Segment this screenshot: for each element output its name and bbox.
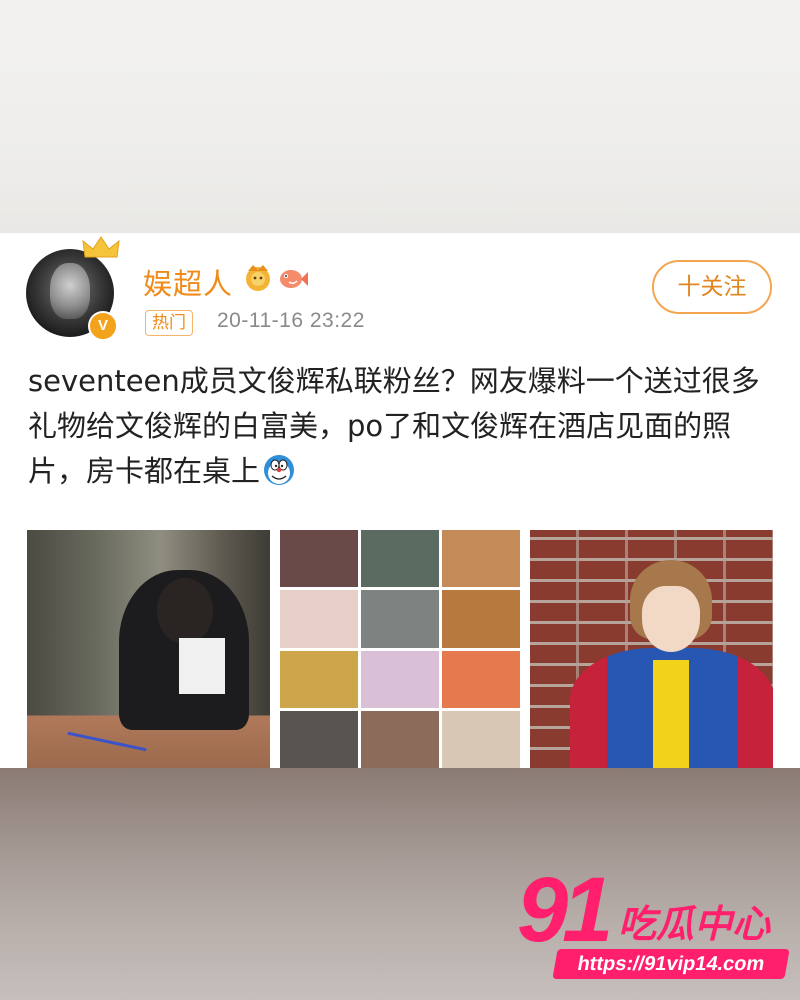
post-timestamp: 20-11-16 23:22 [217, 309, 365, 332]
photo-man-red-blue-jacket[interactable] [530, 530, 773, 768]
collage-cell [442, 590, 520, 648]
lion-badge-icon [246, 265, 270, 291]
collage-cell [442, 650, 520, 708]
photo-face [642, 586, 700, 652]
doraemon-emoji-icon [264, 455, 295, 485]
verified-badge-icon: V [88, 311, 118, 341]
collage-cell [280, 710, 358, 768]
collage-cell [361, 590, 439, 648]
crown-icon [82, 236, 120, 258]
fish-badge-icon [280, 270, 308, 288]
post-body: seventeen成员文俊辉私联粉丝？网友爆料一个送过很多礼物给文俊辉的白富美，… [28, 359, 768, 494]
blurred-top-background [0, 0, 800, 233]
collage-cell [280, 650, 358, 708]
follow-button[interactable]: 十关注 [652, 260, 772, 314]
photo-yellow-shirt [653, 660, 689, 768]
username[interactable]: 娱超人 [143, 261, 233, 303]
hot-badge: 热门 [145, 310, 193, 336]
collage-cell [442, 710, 520, 768]
avatar-face [50, 263, 90, 319]
watermark-url: https://91vip14.com [552, 949, 790, 979]
arrow-annotation [67, 731, 147, 752]
photo-woman-at-table[interactable] [27, 530, 270, 768]
collage-grid [280, 530, 520, 768]
watermark-site-name: 吃瓜中心 [618, 902, 771, 946]
collage-cell [280, 590, 358, 648]
collage-cell [361, 530, 439, 588]
weibo-post-card: V 娱超人 热门 20-11-16 23:22 十关注 seventeen成员文… [0, 233, 800, 768]
collage-cell [361, 710, 439, 768]
photo-figure-head [157, 578, 213, 644]
post-text: seventeen成员文俊辉私联粉丝？网友爆料一个送过很多礼物给文俊辉的白富美，… [28, 364, 760, 488]
photo-gifts-collage[interactable] [280, 530, 520, 768]
photo-shirt-print [179, 638, 225, 694]
collage-cell [280, 530, 358, 588]
collage-cell [361, 650, 439, 708]
avatar[interactable]: V [26, 236, 120, 341]
collage-cell [442, 530, 520, 588]
watermark-logo-number: 91 [517, 859, 613, 961]
